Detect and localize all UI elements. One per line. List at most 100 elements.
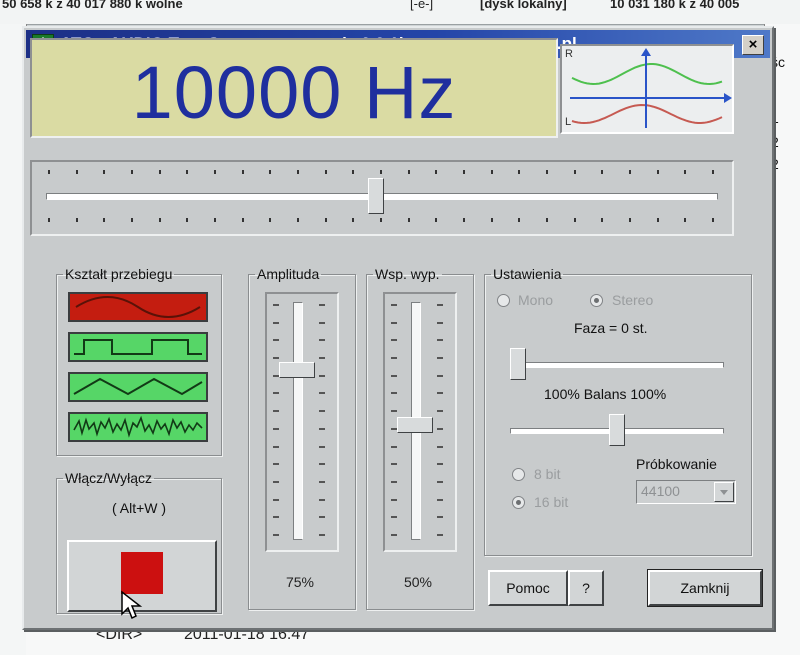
tick-mark bbox=[103, 218, 106, 222]
tick-mark bbox=[391, 445, 397, 448]
tick-mark bbox=[186, 170, 189, 174]
tick-mark bbox=[273, 498, 279, 501]
tick-mark bbox=[273, 357, 279, 360]
tick-mark bbox=[319, 480, 325, 483]
help-button[interactable]: Pomoc bbox=[488, 570, 568, 606]
window-close-button[interactable]: × bbox=[742, 35, 764, 55]
balance-label: 100% Balans 100% bbox=[544, 386, 667, 402]
tick-mark bbox=[391, 392, 397, 395]
square-wave-button[interactable] bbox=[68, 332, 208, 362]
frequency-slider[interactable] bbox=[30, 160, 734, 236]
tick-mark bbox=[319, 445, 325, 448]
tick-mark bbox=[158, 170, 161, 174]
tick-mark bbox=[48, 170, 50, 174]
tick-mark bbox=[380, 170, 382, 174]
tick-mark bbox=[601, 218, 604, 222]
channel-preview: R L bbox=[560, 44, 734, 134]
noise-wave-button[interactable] bbox=[68, 412, 208, 442]
tick-mark bbox=[273, 304, 279, 306]
tick-mark bbox=[273, 321, 279, 324]
question-button[interactable]: ? bbox=[568, 570, 604, 606]
amplitude-ticks-left bbox=[273, 304, 279, 536]
tick-mark bbox=[437, 480, 443, 483]
mono-label: Mono bbox=[518, 292, 554, 308]
tick-mark bbox=[437, 392, 443, 395]
tick-mark bbox=[273, 410, 279, 413]
tick-mark bbox=[273, 480, 279, 483]
bit16-radio[interactable] bbox=[512, 496, 525, 509]
tick-mark bbox=[573, 170, 576, 174]
tick-mark bbox=[241, 170, 244, 174]
tick-mark bbox=[319, 304, 325, 306]
tick-mark bbox=[437, 516, 443, 519]
triangle-wave-icon bbox=[73, 377, 203, 396]
tick-mark bbox=[601, 170, 604, 174]
settings-group: Ustawienia bbox=[484, 266, 752, 556]
phase-label: Faza = 0 st. bbox=[574, 320, 648, 336]
amplitude-thumb[interactable] bbox=[279, 361, 315, 378]
amplitude-track[interactable] bbox=[293, 302, 303, 540]
tick-mark bbox=[490, 170, 493, 174]
sine-wave-button[interactable] bbox=[68, 292, 208, 322]
tick-mark bbox=[319, 374, 325, 377]
tick-mark bbox=[437, 534, 443, 536]
tick-mark bbox=[352, 170, 355, 174]
duty-cycle-thumb[interactable] bbox=[397, 417, 433, 433]
waveform-group-label: Kształt przebiegu bbox=[65, 266, 173, 282]
stereo-radio[interactable] bbox=[590, 294, 603, 307]
chevron-down-icon[interactable] bbox=[714, 482, 734, 502]
noise-wave-icon bbox=[73, 415, 203, 438]
bit8-radio[interactable] bbox=[512, 468, 525, 481]
tick-mark bbox=[319, 392, 325, 395]
amplitude-slider[interactable] bbox=[265, 292, 339, 552]
tick-mark bbox=[75, 218, 78, 222]
tick-mark bbox=[186, 218, 189, 222]
bit8-label: 8 bit bbox=[534, 466, 561, 482]
drive-selector[interactable]: [-e-] bbox=[410, 0, 433, 11]
tick-mark bbox=[273, 339, 279, 342]
tick-mark bbox=[391, 304, 397, 306]
close-app-button[interactable]: Zamknij bbox=[647, 569, 763, 607]
power-group-label: Włącz/Wyłącz bbox=[65, 470, 152, 486]
tick-mark bbox=[158, 218, 161, 222]
drive-label: [dysk lokalny] bbox=[480, 0, 567, 11]
duty-cycle-group-label: Wsp. wyp. bbox=[375, 266, 440, 282]
tick-mark bbox=[437, 445, 443, 448]
mouse-cursor-icon bbox=[121, 590, 143, 620]
tick-mark bbox=[131, 218, 133, 222]
tick-mark bbox=[437, 410, 443, 413]
phase-thumb[interactable] bbox=[510, 348, 526, 380]
tick-mark bbox=[273, 445, 279, 448]
tick-mark bbox=[684, 170, 687, 174]
tick-mark bbox=[546, 218, 548, 222]
tick-mark bbox=[319, 339, 325, 342]
tick-mark bbox=[407, 170, 410, 174]
channel-left-label: L bbox=[565, 116, 572, 128]
tick-mark bbox=[435, 170, 438, 174]
amplitude-ticks-right bbox=[319, 304, 325, 536]
square-wave-icon bbox=[74, 339, 202, 355]
duty-cycle-slider[interactable] bbox=[383, 292, 457, 552]
tick-mark bbox=[518, 218, 521, 222]
tick-mark bbox=[437, 304, 443, 306]
duty-cycle-value: 50% bbox=[403, 574, 433, 590]
sampling-select[interactable]: 44100 bbox=[636, 480, 736, 504]
tick-mark bbox=[319, 498, 325, 501]
tick-mark bbox=[273, 534, 279, 536]
frequency-display: 10000 Hz bbox=[30, 38, 558, 138]
balance-thumb[interactable] bbox=[609, 414, 625, 446]
frequency-thumb[interactable] bbox=[368, 178, 384, 214]
tick-mark bbox=[437, 339, 443, 342]
duty-cycle-ticks-right bbox=[437, 304, 443, 536]
tick-mark bbox=[352, 218, 355, 222]
frequency-value: 10000 Hz bbox=[131, 51, 457, 134]
tick-mark bbox=[656, 170, 659, 174]
tick-mark bbox=[391, 410, 397, 413]
triangle-wave-button[interactable] bbox=[68, 372, 208, 402]
tick-mark bbox=[437, 427, 443, 430]
tick-mark bbox=[391, 463, 397, 466]
mono-radio[interactable] bbox=[497, 294, 510, 307]
tick-mark bbox=[391, 374, 397, 377]
phase-track[interactable] bbox=[510, 362, 724, 368]
tick-mark bbox=[269, 170, 272, 174]
